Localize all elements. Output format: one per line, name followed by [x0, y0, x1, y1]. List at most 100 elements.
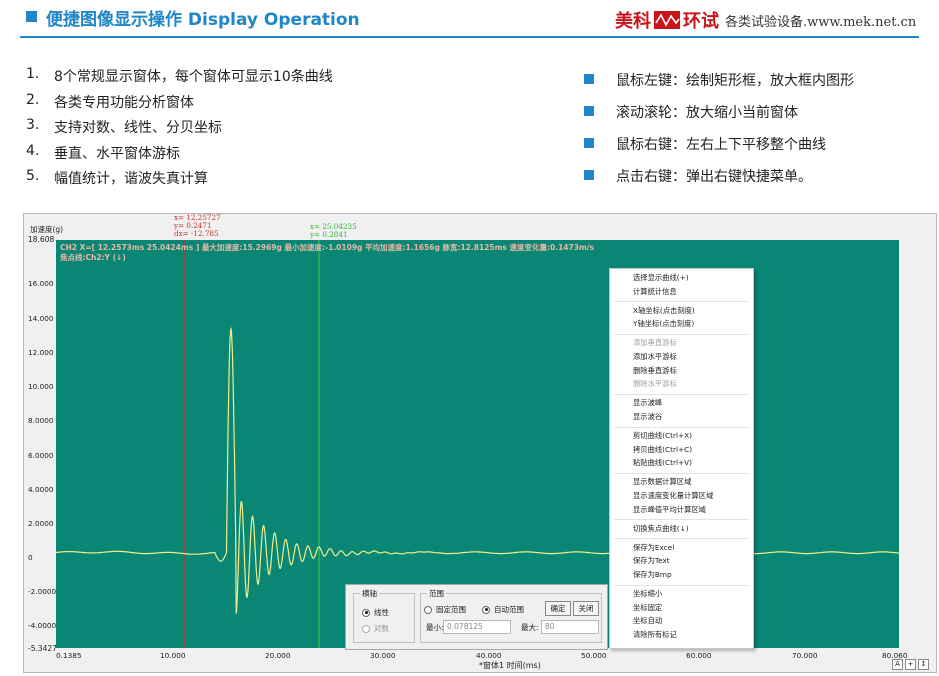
- tips-list: 鼠标左键：绘制矩形框，放大框内图形 滚动滚轮：放大缩小当前窗体 鼠标右键：左右上…: [578, 70, 854, 198]
- menu-item[interactable]: 保存为Bmp: [633, 570, 672, 580]
- list-item: 滚动滚轮：放大缩小当前窗体: [578, 102, 854, 134]
- fixed-range-radio[interactable]: 固定范围: [424, 604, 466, 615]
- logo-slogan: 各类试验设备.www.mek.net.cn: [725, 14, 917, 30]
- y-tick-label: 6.0000: [28, 451, 54, 460]
- menu-separator: [614, 472, 749, 474]
- acceleration-curve[interactable]: [56, 327, 899, 614]
- close-button[interactable]: 关闭: [573, 601, 599, 616]
- vertical-scale-button[interactable]: ↕: [918, 659, 929, 670]
- bullet-square-icon: [584, 106, 594, 116]
- min-input[interactable]: 0.078125: [443, 620, 511, 634]
- y-tick-label: -2.0000: [28, 587, 57, 596]
- auto-range-radio[interactable]: 自动范围: [482, 604, 524, 615]
- menu-item[interactable]: X轴坐标(点击刻度): [633, 306, 695, 316]
- max-label: 最大:: [521, 623, 539, 632]
- menu-item[interactable]: 清除所有标记: [633, 630, 677, 640]
- x-tick-label: 70.000: [792, 651, 818, 660]
- auto-scale-button[interactable]: A: [892, 659, 903, 670]
- y-tick-label: 14.000: [28, 314, 54, 323]
- menu-item[interactable]: 选择显示曲线(+): [633, 273, 689, 283]
- min-label: 最小:: [426, 623, 444, 632]
- radio-indicator: [482, 605, 490, 614]
- axis-group-title: 横轴: [360, 588, 379, 599]
- list-item: 2. 各类专用功能分析窗体: [26, 91, 194, 111]
- radio-indicator: [424, 605, 432, 614]
- x-tick-label: 10.000: [160, 651, 186, 660]
- y-tick-label: -4.0000: [28, 621, 57, 630]
- menu-item[interactable]: 显示波峰: [633, 398, 662, 408]
- menu-item[interactable]: 坐标自动: [633, 616, 662, 626]
- y-tick-label: 16.000: [28, 279, 54, 288]
- cursor1-readout: x= 12.25727 y= 0.2471 dx= -12.785: [174, 213, 221, 238]
- menu-item[interactable]: 粘贴曲线(Ctrl+V): [633, 458, 692, 468]
- y-tick-label: 2.0000: [28, 519, 54, 528]
- y-tick-label: 0: [28, 553, 33, 562]
- menu-item[interactable]: 显示波谷: [633, 412, 662, 422]
- menu-item[interactable]: 计算统计信息: [633, 287, 677, 297]
- menu-item[interactable]: 切换焦点曲线(↓): [633, 524, 689, 534]
- menu-separator: [614, 301, 749, 303]
- list-item: 鼠标右键：左右上下平移整个曲线: [578, 134, 854, 166]
- menu-item[interactable]: 添加水平游标: [633, 352, 677, 362]
- menu-separator: [614, 393, 749, 395]
- x-tick-label: 50.000: [581, 651, 607, 660]
- y-axis-bottom-value: -5.3427: [28, 644, 57, 653]
- axis-settings-panel: 横轴 线性 对数 范围 固定范围 自动范围 确定 关闭 最小: 0.078125…: [345, 584, 608, 650]
- focus-line-readout: 焦点线:Ch2:Y (↓): [60, 253, 126, 262]
- bullet-square-icon: [584, 138, 594, 148]
- radio-indicator: [362, 608, 370, 617]
- list-item: 4. 垂直、水平窗体游标: [26, 142, 180, 162]
- list-item: 点击右键：弹出右键快捷菜单。: [578, 166, 854, 198]
- menu-item[interactable]: 坐标固定: [633, 603, 662, 613]
- x-tick-label: 40.000: [476, 651, 502, 660]
- logo-wave-icon: [654, 11, 680, 29]
- x-tick-label: 60.000: [686, 651, 712, 660]
- range-group: 范围 固定范围 自动范围 确定 关闭 最小: 0.078125 最大: 80: [420, 588, 602, 643]
- logo-brand-left: 美科: [615, 11, 651, 32]
- x-tick-label: 30.000: [370, 651, 396, 660]
- axis-type-group: 横轴 线性 对数: [353, 588, 415, 643]
- y-tick-label: 12.000: [28, 348, 54, 357]
- y-tick-label: 10.000: [28, 382, 54, 391]
- range-group-title: 范围: [427, 588, 446, 599]
- x-axis-title: *窗体1 时间(ms): [479, 661, 541, 670]
- menu-item[interactable]: 拷贝曲线(Ctrl+C): [633, 445, 692, 455]
- menu-separator: [614, 426, 749, 428]
- feature-list: 1. 8个常规显示窗体，每个窗体可显示10条曲线 2. 各类专用功能分析窗体 3. 支…: [26, 66, 333, 194]
- menu-item[interactable]: 显示数据计算区域: [633, 477, 691, 487]
- ok-button[interactable]: 确定: [545, 601, 571, 616]
- menu-item[interactable]: 删除垂直游标: [633, 366, 677, 376]
- context-menu[interactable]: 选择显示曲线(+) 计算统计信息 X轴坐标(点击刻度) Y轴坐标(点击刻度) 添加垂直游…: [609, 268, 754, 649]
- log-radio[interactable]: 对数: [362, 623, 389, 634]
- menu-item[interactable]: 坐标缩小: [633, 589, 662, 599]
- radio-indicator: [362, 624, 370, 633]
- menu-item[interactable]: 剪切曲线(Ctrl+X): [633, 431, 692, 441]
- bullet-square-icon: [584, 74, 594, 84]
- list-item: 鼠标左键：绘制矩形框，放大框内图形: [578, 70, 854, 102]
- menu-item[interactable]: 保存为Excel: [633, 543, 674, 553]
- menu-item[interactable]: 显示峰值平均计算区域: [633, 505, 706, 515]
- chart-toolbar: A + ↕: [892, 659, 929, 670]
- title-marker-icon: [26, 11, 37, 22]
- page-title: 便捷图像显示操作 Display Operation: [46, 10, 360, 30]
- menu-item[interactable]: 显示速度变化量计算区域: [633, 491, 713, 501]
- zoom-in-button[interactable]: +: [905, 659, 916, 670]
- list-item: 1. 8个常规显示窗体，每个窗体可显示10条曲线: [26, 66, 333, 85]
- linear-radio[interactable]: 线性: [362, 607, 389, 618]
- menu-separator: [614, 584, 749, 586]
- stats-readout: CH2 X=[ 12.2573ms 25.0424ms ] 最大加速度:15.2…: [60, 243, 594, 252]
- list-item: 3. 支持对数、线性、分贝坐标: [26, 117, 222, 136]
- logo-brand-right: 环试: [683, 11, 719, 32]
- y-axis-top-value: 18.608: [28, 235, 55, 244]
- bullet-square-icon: [584, 170, 594, 180]
- x-tick-label: 0.1385: [56, 651, 82, 660]
- y-tick-label: 8.0000: [28, 416, 54, 425]
- max-input[interactable]: 80: [541, 620, 599, 634]
- menu-item[interactable]: 保存为Text: [633, 556, 670, 566]
- x-tick-label: 20.000: [265, 651, 291, 660]
- menu-separator: [614, 519, 749, 521]
- menu-item: 添加垂直游标: [633, 338, 677, 348]
- menu-item: 删除水平游标: [633, 379, 677, 389]
- menu-item[interactable]: Y轴坐标(点击刻度): [633, 319, 694, 329]
- list-item: 5. 幅值统计，谐波失真计算: [26, 168, 208, 187]
